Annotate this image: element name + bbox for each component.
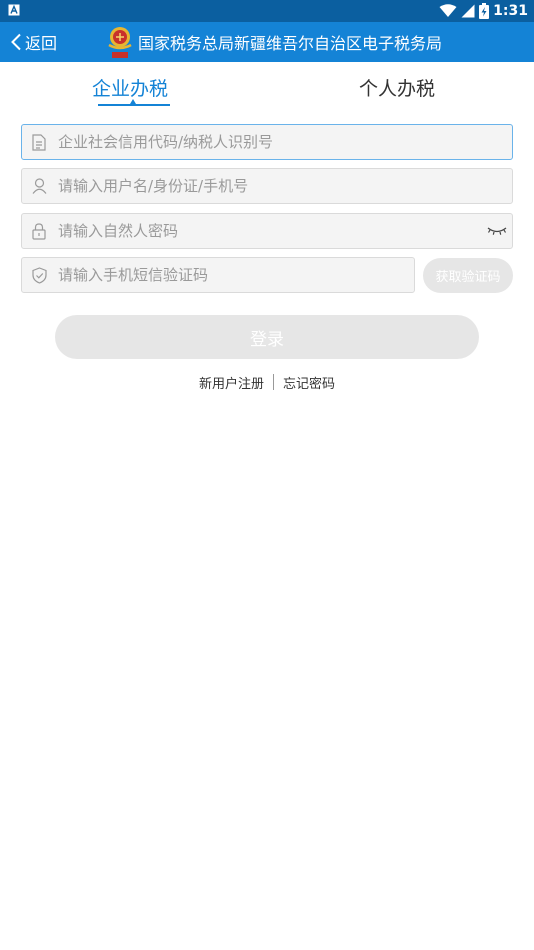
chevron-left-icon [11,33,21,51]
tab-enterprise[interactable]: 企业办税 [92,74,168,101]
auth-links: 新用户注册 忘记密码 [0,372,534,392]
status-icons: 1:31 [439,2,528,20]
tab-indicator-tip [130,99,136,104]
shield-check-icon [22,258,56,292]
battery-icon [479,3,490,19]
credit-code-input[interactable] [56,125,512,159]
tax-emblem-icon [108,27,132,58]
credit-code-field [21,124,513,160]
register-link[interactable]: 新用户注册 [199,373,264,392]
status-bar: 1:31 [0,0,534,22]
login-tabs: 企业办税 个人办税 [0,62,534,110]
signal-icon [461,4,475,18]
back-label: 返回 [25,34,58,53]
link-divider [273,374,274,390]
username-input[interactable] [56,169,512,203]
a-box-icon [8,4,20,16]
eye-closed-icon[interactable] [482,214,512,248]
document-icon [22,125,56,159]
tab-personal[interactable]: 个人办税 [359,74,435,101]
page-title: 国家税务总局新疆维吾尔自治区电子税务局 [138,34,443,53]
sms-code-input[interactable] [56,258,414,292]
login-button[interactable]: 登录 [55,315,479,359]
status-time: 1:31 [493,3,528,19]
username-field [21,168,513,204]
user-icon [22,169,56,203]
tab-indicator [98,104,170,106]
get-code-button[interactable]: 获取验证码 [423,258,513,293]
password-field [21,213,513,249]
password-input[interactable] [56,214,482,248]
back-button[interactable]: 返回 [10,22,57,62]
lock-icon [22,214,56,248]
header-title-group: 国家税务总局新疆维吾尔自治区电子税务局 [106,22,442,62]
app-header: 返回 国家税务总局新疆维吾尔自治区电子税务局 [0,22,534,62]
forgot-password-link[interactable]: 忘记密码 [283,373,335,392]
sms-code-field [21,257,415,293]
wifi-icon [439,4,457,17]
